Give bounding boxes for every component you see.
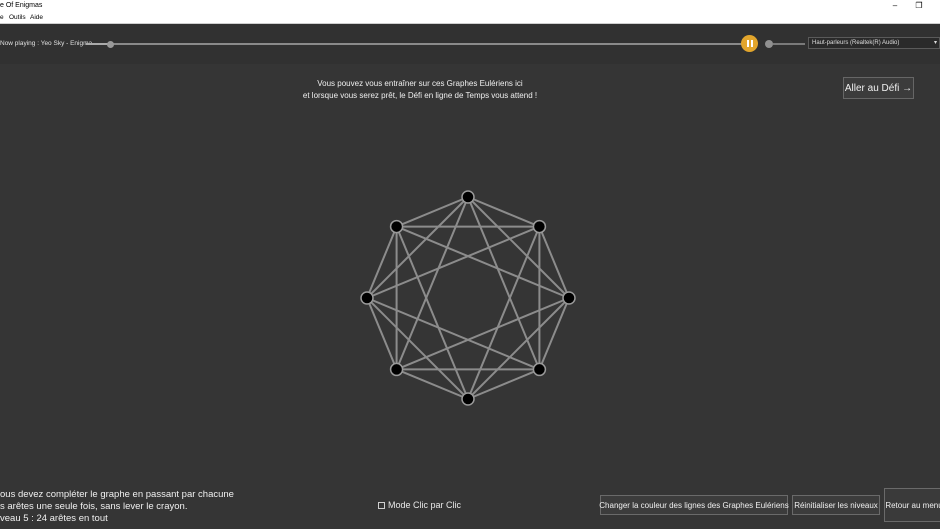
mode-click-toggle[interactable]: Mode Clic par Clic <box>378 500 461 510</box>
graph-node[interactable] <box>532 362 547 377</box>
graph-node[interactable] <box>389 362 404 377</box>
graph-node[interactable] <box>389 219 404 234</box>
graph-node[interactable] <box>360 291 374 305</box>
graph-node[interactable] <box>461 190 475 204</box>
graph-edge[interactable] <box>467 297 570 400</box>
graph-node[interactable] <box>562 291 576 305</box>
back-to-menu-button[interactable]: Retour au menu <box>884 488 940 522</box>
instructions-line-3: veau 5 : 24 arêtes en tout <box>0 513 108 524</box>
mode-click-label: Mode Clic par Clic <box>388 500 462 510</box>
mode-click-checkbox[interactable] <box>378 501 385 509</box>
graph-node[interactable] <box>461 392 475 406</box>
graph-edge[interactable] <box>467 196 570 299</box>
instructions-text: ous devez compléter le graphe en passant… <box>0 489 234 525</box>
change-line-color-button[interactable]: Changer la couleur des lignes des Graphe… <box>599 495 789 515</box>
instructions-line-1: ous devez compléter le graphe en passant… <box>0 489 234 500</box>
reset-levels-button[interactable]: Réinitialiser les niveaux <box>792 495 880 515</box>
euler-graph[interactable] <box>0 0 940 529</box>
graph-nodes <box>360 190 576 406</box>
graph-node[interactable] <box>532 219 547 234</box>
graph-edge[interactable] <box>366 297 469 400</box>
graph-edge[interactable] <box>366 196 469 299</box>
instructions-line-2: s arêtes une seule fois, sans lever le c… <box>0 501 188 512</box>
